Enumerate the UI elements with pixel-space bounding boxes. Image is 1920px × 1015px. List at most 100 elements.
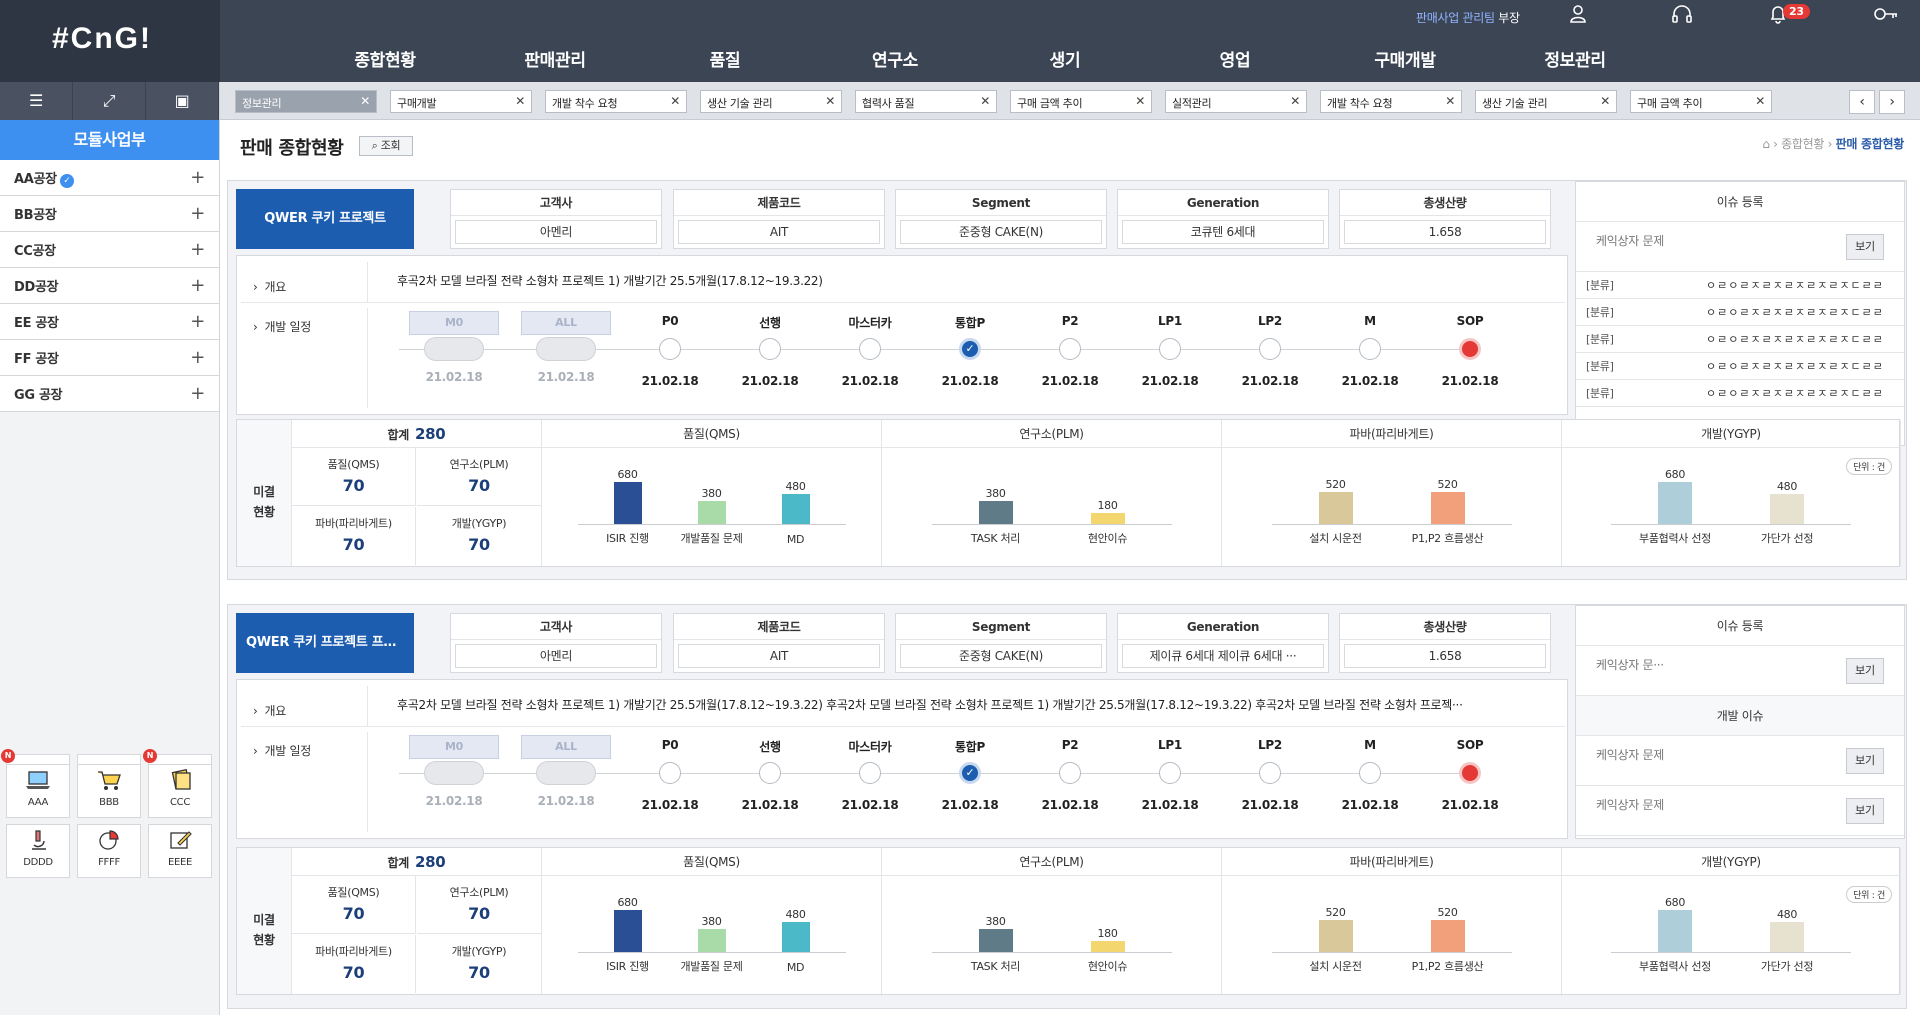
nav-item-info[interactable]: 정보관리: [1490, 46, 1660, 71]
milestone-marker[interactable]: [1459, 338, 1481, 360]
chart-bar[interactable]: [978, 501, 1013, 524]
milestone-marker[interactable]: [1359, 338, 1381, 360]
factory-item-bb[interactable]: BB공장 +: [0, 196, 219, 232]
close-icon[interactable]: ✕: [1445, 94, 1455, 108]
milestone-marker[interactable]: [1459, 762, 1481, 784]
chart-bar[interactable]: [697, 501, 726, 524]
tab-info[interactable]: 정보관리 ✕: [235, 90, 377, 113]
user-icon[interactable]: [1564, 4, 1592, 32]
nav-item-sales[interactable]: 판매관리: [470, 46, 640, 71]
chart-bar[interactable]: [978, 929, 1013, 952]
close-icon[interactable]: ✕: [1290, 94, 1300, 108]
milestone-marker[interactable]: [659, 338, 681, 360]
close-icon[interactable]: ✕: [1755, 94, 1765, 108]
chart-bar[interactable]: [1318, 492, 1353, 524]
tab-dev-request[interactable]: 개발 착수 요청 ✕: [545, 90, 687, 113]
key-icon[interactable]: [1872, 4, 1900, 32]
tab-purchase[interactable]: 구매개발 ✕: [390, 90, 532, 113]
close-icon[interactable]: ✕: [980, 94, 990, 108]
milestone-marker[interactable]: [859, 762, 881, 784]
milestone-marker[interactable]: [759, 762, 781, 784]
chart-bar[interactable]: [697, 929, 726, 952]
app-logo[interactable]: #CnG!: [0, 0, 220, 82]
chart-bar[interactable]: [781, 922, 810, 952]
nav-item-production[interactable]: 생기: [980, 46, 1150, 71]
sub-dev[interactable]: 개발(YGYP) 70: [417, 507, 541, 565]
sub-quality[interactable]: 품질(QMS) 70: [292, 448, 416, 506]
chart-bar[interactable]: [613, 482, 642, 524]
milestone-marker[interactable]: [1259, 762, 1281, 784]
nav-item-business[interactable]: 영업: [1150, 46, 1320, 71]
milestone-pill[interactable]: M0: [409, 735, 499, 759]
plus-icon[interactable]: +: [190, 239, 205, 260]
milestone-marker[interactable]: [1259, 338, 1281, 360]
factory-item-dd[interactable]: DD공장 +: [0, 268, 219, 304]
tab-performance[interactable]: 실적관리 ✕: [1165, 90, 1307, 113]
issue-category-row[interactable]: [분류] ㅇㄹㅇㄹㅈㄹㅈㄹㅈㄹㅈㄹㅈㄷㄹㄹ: [1576, 353, 1904, 380]
nav-item-purchase[interactable]: 구매개발: [1320, 46, 1490, 71]
app-bbb[interactable]: BBB: [77, 764, 141, 818]
close-icon[interactable]: ✕: [1135, 94, 1145, 108]
schedule-toggle[interactable]: › 개발 일정: [253, 742, 311, 759]
close-icon[interactable]: ✕: [360, 94, 370, 108]
home-icon[interactable]: ⌂: [1762, 137, 1770, 151]
app-eeee[interactable]: EEEE: [148, 824, 212, 878]
factory-item-gg[interactable]: GG 공장 +: [0, 376, 219, 412]
close-icon[interactable]: ✕: [825, 94, 835, 108]
close-icon[interactable]: ✕: [670, 94, 680, 108]
milestone-marker[interactable]: ✓: [959, 338, 981, 360]
issue-category-row[interactable]: [분류] ㅇㄹㅇㄹㅈㄹㅈㄹㅈㄹㅈㄹㅈㄷㄹㄹ: [1576, 326, 1904, 353]
close-icon[interactable]: ✕: [515, 94, 525, 108]
nav-item-quality[interactable]: 품질: [640, 46, 810, 71]
tab-dev-request-2[interactable]: 개발 착수 요청 ✕: [1320, 90, 1462, 113]
app-dddd[interactable]: DDDD: [6, 824, 70, 878]
schedule-toggle[interactable]: › 개발 일정: [253, 318, 311, 335]
app-ccc[interactable]: CCC: [148, 764, 212, 818]
app-ffff[interactable]: FFFF: [77, 824, 141, 878]
factory-item-cc[interactable]: CC공장 +: [0, 232, 219, 268]
tab-purchase-trend[interactable]: 구매 금액 추이 ✕: [1010, 90, 1152, 113]
tab-next-button[interactable]: ›: [1879, 90, 1905, 114]
sub-dev[interactable]: 개발(YGYP) 70: [417, 935, 541, 993]
view-button[interactable]: 보기: [1846, 234, 1884, 260]
milestone-pill[interactable]: ALL: [521, 311, 611, 335]
sub-lab[interactable]: 연구소(PLM) 70: [417, 448, 541, 506]
chart-bar[interactable]: [1090, 941, 1125, 952]
tab-production-tech-2[interactable]: 생산 기술 관리 ✕: [1475, 90, 1617, 113]
sidebar-header[interactable]: 모듈사업부: [0, 120, 219, 160]
chart-bar[interactable]: [1430, 920, 1465, 952]
view-button[interactable]: 보기: [1846, 748, 1884, 774]
user-info[interactable]: 판매사업 관리팀 부장: [1416, 9, 1520, 26]
expand-icon[interactable]: ⤢: [73, 82, 146, 120]
sub-lab[interactable]: 연구소(PLM) 70: [417, 876, 541, 934]
factory-item-aa[interactable]: AA공장 ✓ +: [0, 160, 219, 196]
chart-bar[interactable]: [1090, 513, 1125, 524]
milestone-marker[interactable]: [1059, 338, 1081, 360]
factory-item-ee[interactable]: EE 공장 +: [0, 304, 219, 340]
milestone-marker[interactable]: [1159, 762, 1181, 784]
milestone-marker[interactable]: [1059, 762, 1081, 784]
plus-icon[interactable]: +: [190, 311, 205, 332]
headset-icon[interactable]: [1668, 4, 1696, 32]
sub-quality[interactable]: 품질(QMS) 70: [292, 876, 416, 934]
issue-category-row[interactable]: [분류] ㅇㄹㅇㄹㅈㄹㅈㄹㅈㄹㅈㄹㅈㄷㄹㄹ: [1576, 299, 1904, 326]
overview-toggle[interactable]: › 개요: [253, 702, 286, 719]
milestone-pill[interactable]: M0: [409, 311, 499, 335]
project-title-button[interactable]: QWER 쿠키 프로젝트 프로젝···: [236, 613, 414, 673]
issue-category-row[interactable]: [분류] ㅇㄹㅇㄹㅈㄹㅈㄹㅈㄹㅈㄹㅈㄷㄹㄹ: [1576, 272, 1904, 299]
milestone-pill[interactable]: ALL: [521, 735, 611, 759]
milestone-marker[interactable]: [659, 762, 681, 784]
menu-icon[interactable]: ☰: [0, 82, 73, 120]
plus-icon[interactable]: +: [190, 203, 205, 224]
chart-bar[interactable]: [1658, 910, 1692, 952]
milestone-marker[interactable]: [1159, 338, 1181, 360]
chart-bar[interactable]: [1318, 920, 1353, 952]
chart-bar[interactable]: [1770, 922, 1804, 952]
tab-partner-quality[interactable]: 협력사 품질 ✕: [855, 90, 997, 113]
overview-toggle[interactable]: › 개요: [253, 278, 286, 295]
project-title-button[interactable]: QWER 쿠키 프로젝트: [236, 189, 414, 249]
app-aaa[interactable]: AAA: [6, 764, 70, 818]
chart-bar[interactable]: [1430, 492, 1465, 524]
close-window-icon[interactable]: ▣: [146, 82, 219, 120]
plus-icon[interactable]: +: [190, 383, 205, 404]
